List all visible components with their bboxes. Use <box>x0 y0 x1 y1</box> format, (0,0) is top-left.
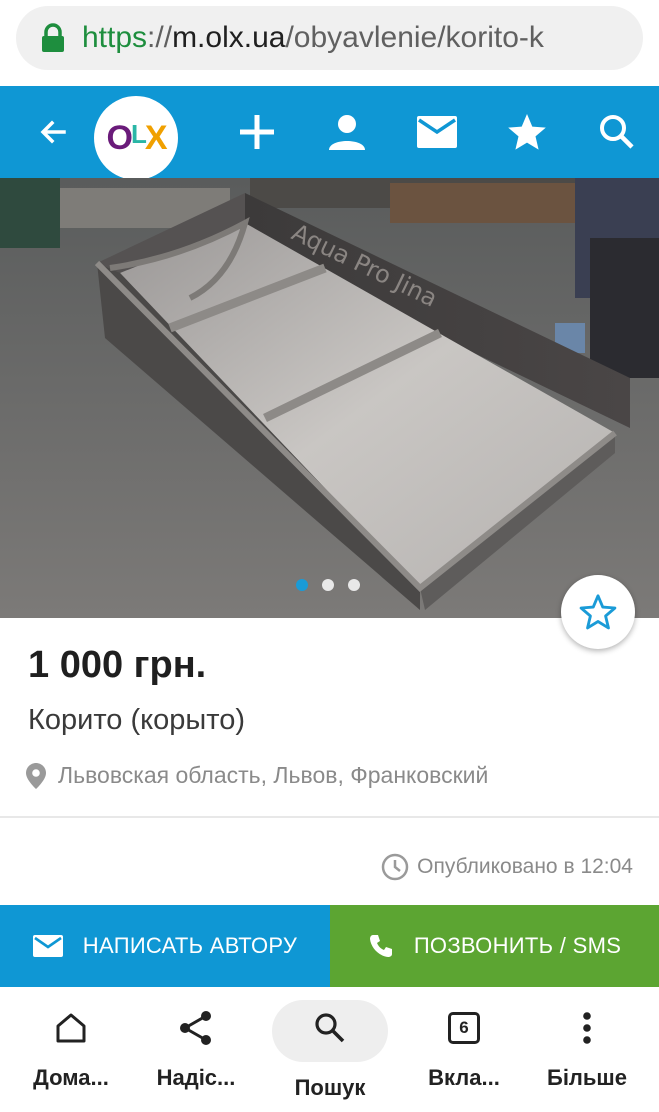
star-outline-icon <box>579 594 617 630</box>
divider <box>0 816 659 818</box>
gallery-pagination[interactable] <box>296 579 360 591</box>
gallery-dot-2[interactable] <box>322 579 334 591</box>
home-icon <box>56 1013 86 1043</box>
trough-photo-drawing: Aqua Pro Jina <box>0 178 659 618</box>
url-path: /obyavlenie/korito-k <box>285 21 544 54</box>
nav-more[interactable]: Більше <box>537 987 637 1112</box>
search-icon[interactable] <box>594 86 640 178</box>
site-header: OLX <box>0 86 659 180</box>
gallery-dot-3[interactable] <box>348 579 360 591</box>
plus-icon[interactable] <box>234 86 280 178</box>
back-arrow-icon[interactable] <box>30 86 76 178</box>
clock-icon <box>381 853 409 881</box>
nav-more-label: Більше <box>547 1065 627 1090</box>
published-time: Опубликовано в 12:04 <box>381 853 633 881</box>
nav-search[interactable]: Пошук <box>280 987 380 1112</box>
olx-logo[interactable]: OLX <box>94 96 178 180</box>
logo-letter-l: L <box>130 118 147 149</box>
nav-home[interactable]: Дома... <box>22 987 120 1112</box>
mail-icon <box>32 935 63 957</box>
listing-photo[interactable]: Aqua Pro Jina <box>0 178 659 618</box>
listing-location: Львовская область, Львов, Франковский <box>26 762 488 789</box>
add-to-favorites-button[interactable] <box>561 575 635 649</box>
more-vertical-icon <box>583 1012 591 1044</box>
listing-price: 1 000 грн. <box>28 644 207 686</box>
browser-toolbar: https://m.olx.ua/obyavlenie/korito-k <box>0 0 659 86</box>
star-icon[interactable] <box>504 86 550 178</box>
url-separator: :// <box>147 21 173 54</box>
user-icon[interactable] <box>324 86 370 178</box>
logo-letter-x: X <box>144 118 168 157</box>
call-sms-label: ПОЗВОНИТЬ / SMS <box>413 933 622 958</box>
nav-search-label: Пошук <box>294 1075 366 1100</box>
url-scheme: https <box>82 21 148 54</box>
location-text: Львовская область, Львов, Франковский <box>58 762 489 788</box>
nav-share-label: Надіс... <box>156 1065 236 1090</box>
phone-icon <box>369 935 392 957</box>
nav-home-label: Дома... <box>33 1065 109 1090</box>
url-host: m.olx.ua <box>172 21 286 54</box>
logo-letter-o: O <box>106 118 132 157</box>
address-bar[interactable]: https://m.olx.ua/obyavlenie/korito-k <box>16 6 643 70</box>
nav-tabs[interactable]: 6 Вкла... <box>416 987 512 1112</box>
nav-tabs-label: Вкла... <box>428 1065 500 1090</box>
url-text: https://m.olx.ua/obyavlenie/korito-k <box>82 21 544 55</box>
tabs-icon: 6 <box>448 1012 480 1044</box>
search-icon <box>315 1013 345 1043</box>
tabs-count: 6 <box>459 1018 469 1037</box>
listing-title: Корито (корыто) <box>28 704 246 736</box>
nav-share[interactable]: Надіс... <box>146 987 246 1112</box>
gallery-dot-1[interactable] <box>296 579 308 591</box>
share-icon <box>180 1011 211 1045</box>
write-to-author-button[interactable]: НАПИСАТЬ АВТОРУ <box>0 905 330 987</box>
published-text: Опубликовано в 12:04 <box>417 855 633 878</box>
lock-icon <box>40 23 66 53</box>
write-to-author-label: НАПИСАТЬ АВТОРУ <box>82 933 298 958</box>
mail-icon[interactable] <box>414 86 460 178</box>
location-pin-icon <box>26 762 46 789</box>
call-sms-button[interactable]: ПОЗВОНИТЬ / SMS <box>330 905 659 987</box>
